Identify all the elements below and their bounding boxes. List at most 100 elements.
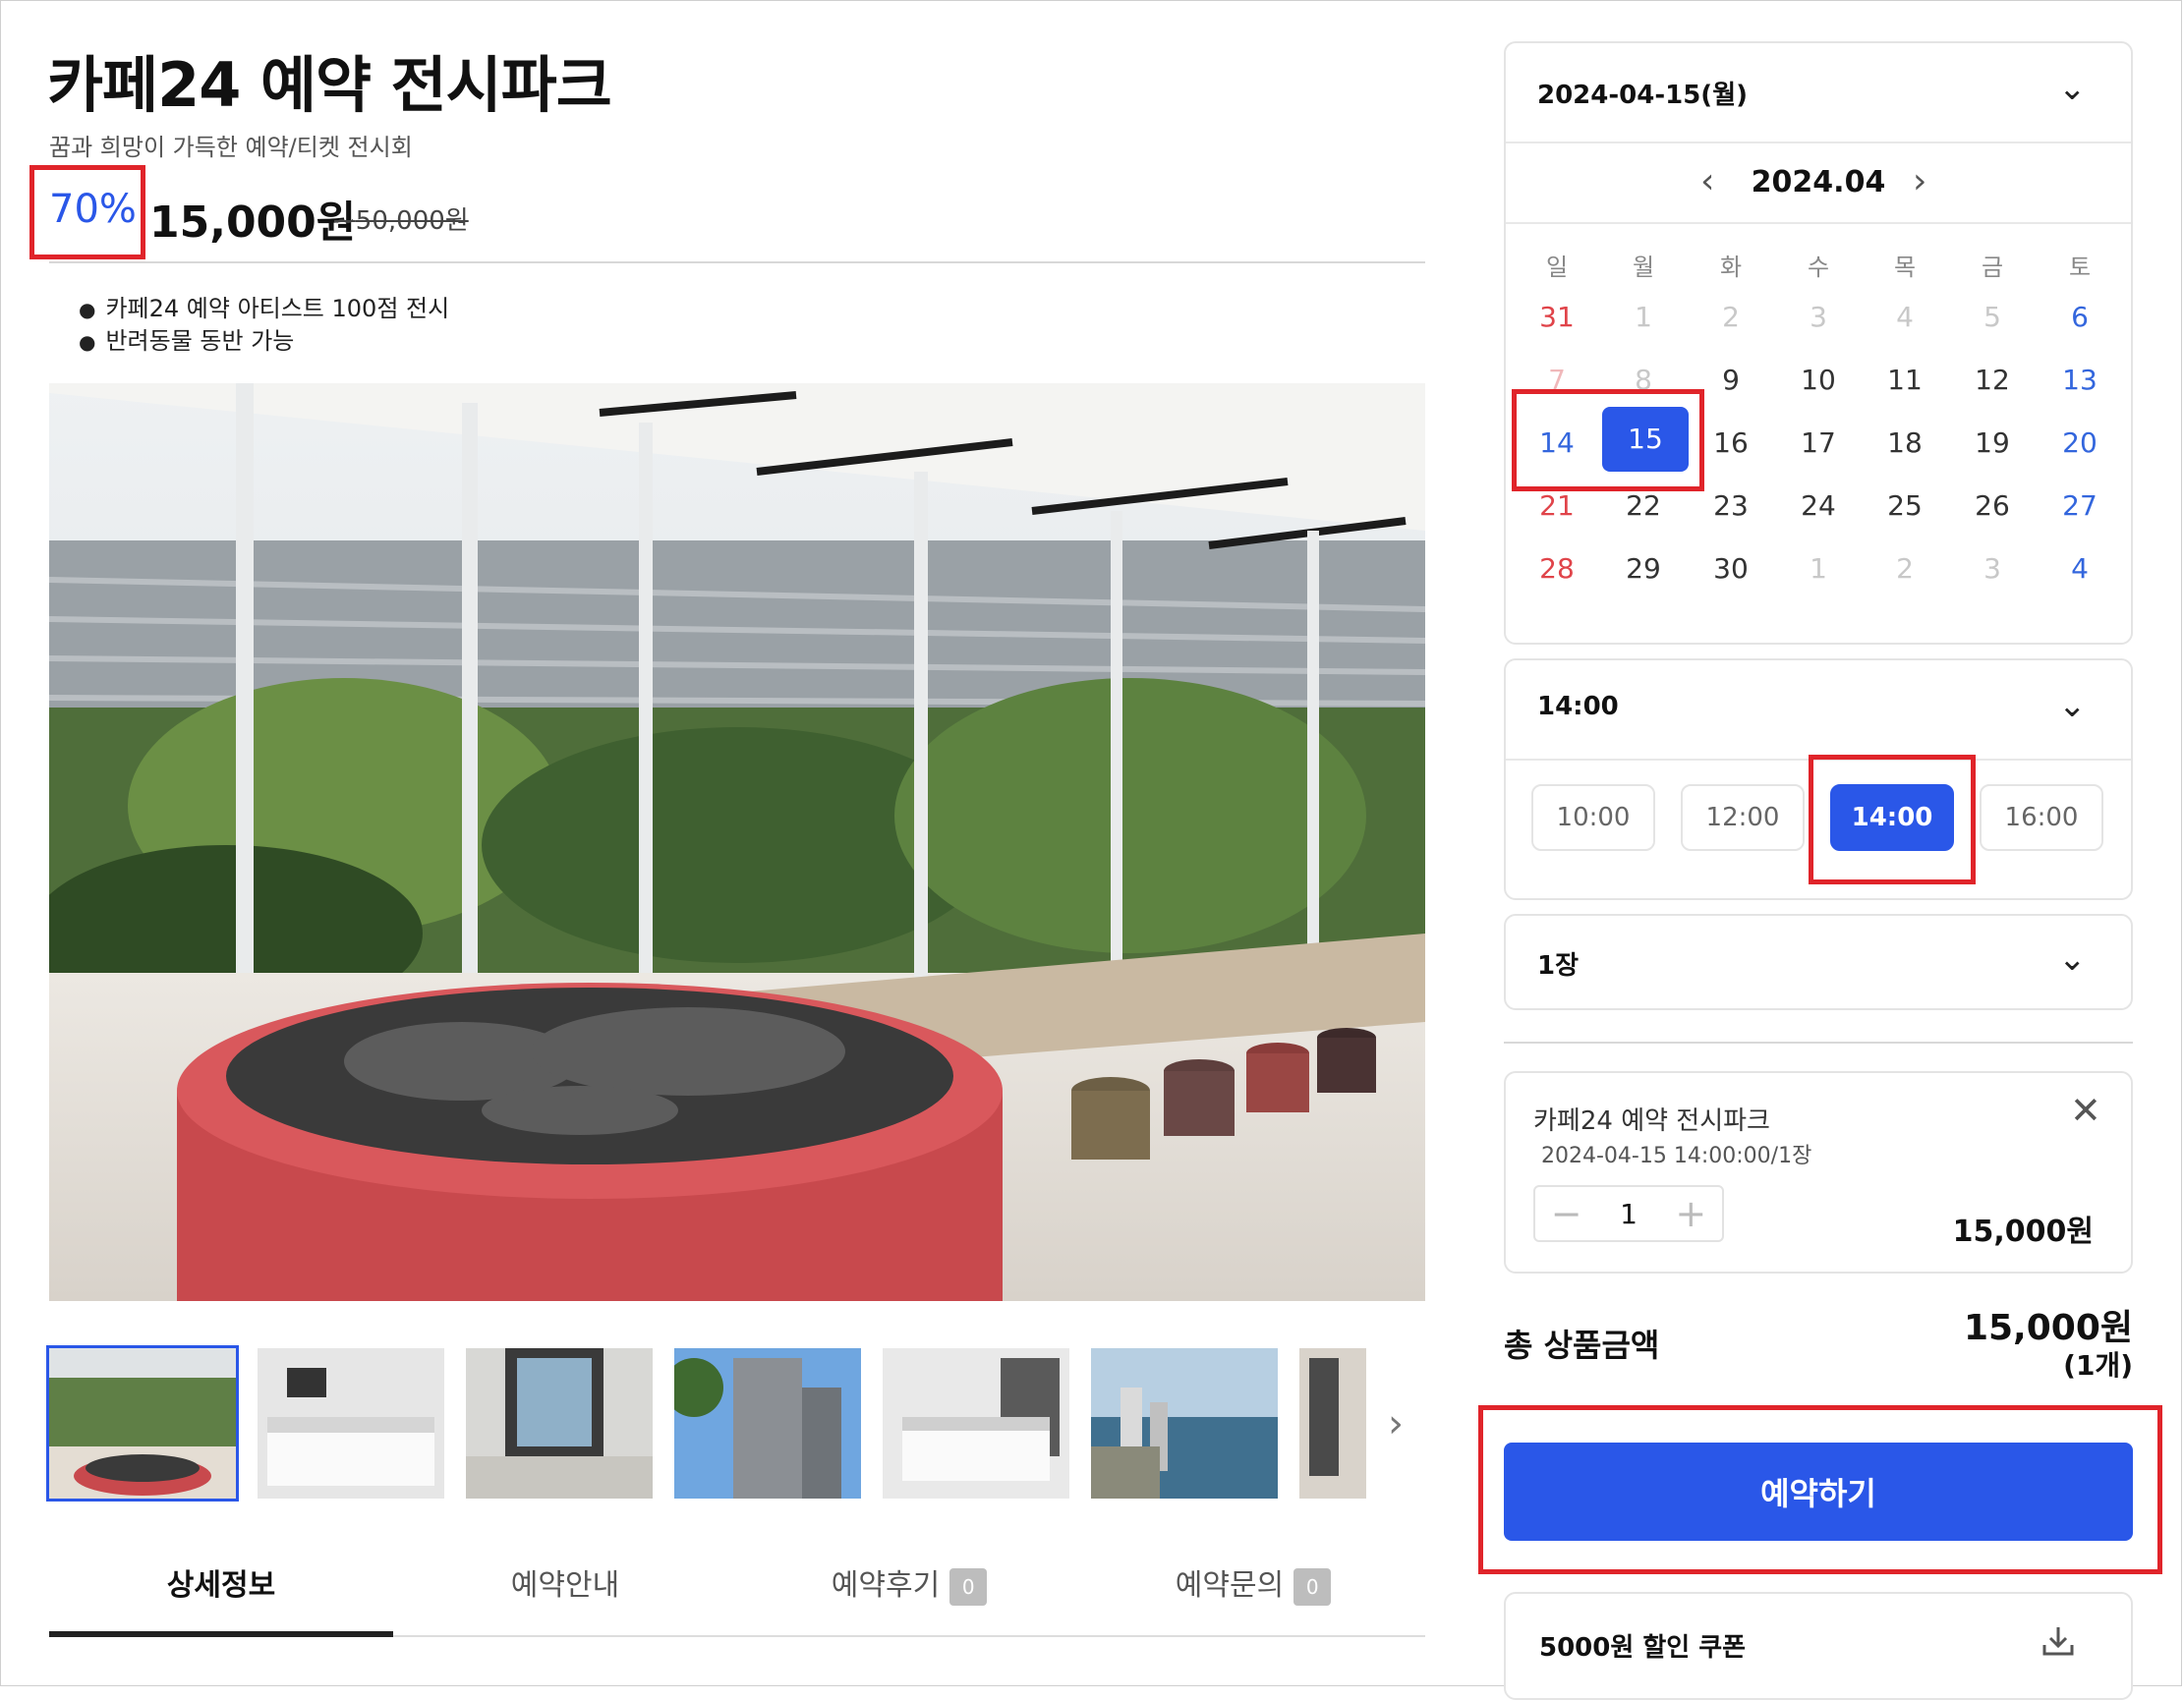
- time-option[interactable]: 10:00: [1531, 784, 1655, 851]
- calendar-day[interactable]: 4: [2050, 552, 2109, 585]
- weekday-thu: 목: [1893, 254, 1917, 281]
- calendar-day: 1: [1810, 552, 1827, 585]
- calendar-day[interactable]: 16: [1701, 426, 1760, 459]
- divider: [49, 261, 1425, 263]
- time-option[interactable]: 16:00: [1980, 784, 2103, 851]
- feature-item: 반려동물 동반 가능: [79, 325, 449, 358]
- calendar-day[interactable]: 30: [1701, 552, 1760, 585]
- feature-list: 카페24 예약 아티스트 100점 전시 반려동물 동반 가능: [79, 293, 449, 358]
- tab-reservation-guide[interactable]: 예약안내: [393, 1560, 737, 1604]
- selected-item-option: 2024-04-15 14:00:00/1장: [1541, 1144, 1812, 1168]
- thumb-image: [1091, 1348, 1278, 1499]
- chevron-down-icon[interactable]: ⌄: [2058, 69, 2087, 108]
- total-count: (1개): [2063, 1349, 2133, 1382]
- calendar-day[interactable]: 21: [1527, 489, 1586, 522]
- time-option[interactable]: 12:00: [1681, 784, 1805, 851]
- weekday-wed: 수: [1807, 254, 1830, 281]
- highlight-box-reserve: [1478, 1405, 2162, 1574]
- selected-item-price: 15,000원: [1952, 1215, 2094, 1249]
- divider: [1506, 142, 2131, 143]
- calendar-day: 1: [1635, 301, 1652, 333]
- highlight-box-calendar: [1512, 389, 1704, 491]
- tab-reviews[interactable]: 예약후기 0: [737, 1560, 1081, 1606]
- divider: [1506, 222, 2131, 224]
- highlight-box-time: [1809, 755, 1976, 884]
- weekday-sat: 토: [2068, 254, 2092, 281]
- tab-detail-info[interactable]: 상세정보: [49, 1560, 393, 1604]
- calendar-day[interactable]: 19: [1963, 426, 2022, 459]
- calendar-day[interactable]: 22: [1614, 489, 1673, 522]
- calendar-day[interactable]: 29: [1614, 552, 1673, 585]
- calendar-day: 4: [1896, 301, 1914, 333]
- calendar-day: 2: [1896, 552, 1914, 585]
- tab-inquiries[interactable]: 예약문의 0: [1081, 1560, 1425, 1606]
- sale-price: 15,000원: [149, 198, 357, 248]
- selected-item-name: 카페24 예약 전시파크: [1533, 1106, 1770, 1136]
- total-price: 15,000원: [1963, 1308, 2133, 1348]
- thumb-image: [258, 1348, 444, 1499]
- thumbnail-exhibition-hall[interactable]: [46, 1345, 239, 1502]
- quantity-value[interactable]: 1: [1597, 1198, 1659, 1230]
- thumbnail-next-arrow-icon[interactable]: ›: [1366, 1348, 1425, 1499]
- close-icon[interactable]: ✕: [2070, 1089, 2101, 1132]
- thumbnail-coastal-city-view[interactable]: [1091, 1348, 1278, 1499]
- total-label: 총 상품금액: [1504, 1327, 1660, 1364]
- thumbnail-tower-building[interactable]: [674, 1348, 861, 1499]
- calendar-day[interactable]: 6: [2050, 301, 2109, 333]
- calendar-day: 3: [1810, 301, 1827, 333]
- calendar-day[interactable]: 23: [1701, 489, 1760, 522]
- chevron-down-icon[interactable]: ⌄: [2058, 939, 2087, 979]
- thumb-image: [49, 1348, 236, 1499]
- product-subtitle: 꿈과 희망이 가득한 예약/티켓 전시회: [49, 134, 413, 161]
- original-price: ~50,000원: [334, 206, 469, 236]
- thumbnail-hotel-room-beds[interactable]: [258, 1348, 444, 1499]
- download-icon[interactable]: [2039, 1621, 2078, 1661]
- plus-icon[interactable]: +: [1660, 1192, 1722, 1235]
- thumb-image: [1299, 1348, 1366, 1499]
- thumbnail-room-window-view[interactable]: [466, 1348, 653, 1499]
- calendar-day: 5: [1983, 301, 2001, 333]
- weekday-fri: 금: [1981, 254, 2004, 281]
- calendar-day[interactable]: 17: [1789, 426, 1848, 459]
- calendar-day: 2: [1722, 301, 1740, 333]
- divider: [1504, 1042, 2133, 1044]
- quantity-stepper[interactable]: − 1 +: [1533, 1185, 1724, 1242]
- next-month-icon[interactable]: ›: [1913, 161, 1926, 201]
- calendar-day[interactable]: 10: [1789, 364, 1848, 396]
- quantity-select-value: 1장: [1537, 951, 1580, 981]
- chevron-down-icon[interactable]: ⌄: [2058, 686, 2087, 725]
- thumb-image: [883, 1348, 1069, 1499]
- calendar-day[interactable]: 27: [2050, 489, 2109, 522]
- product-title: 카페24 예약 전시파크: [47, 49, 612, 121]
- calendar-day[interactable]: 12: [1963, 364, 2022, 396]
- calendar-day[interactable]: 13: [2050, 364, 2109, 396]
- calendar-day[interactable]: 31: [1527, 301, 1586, 333]
- inquiry-count-badge: 0: [1293, 1567, 1332, 1606]
- weekday-tue: 화: [1719, 254, 1743, 281]
- weekday-sun: 일: [1545, 254, 1569, 281]
- date-select-value[interactable]: 2024-04-15(월): [1537, 75, 1748, 111]
- calendar-day[interactable]: 18: [1875, 426, 1934, 459]
- thumbnail-hotel-room-twin[interactable]: [883, 1348, 1069, 1499]
- thumbnail-hotel-interior[interactable]: [1299, 1348, 1366, 1499]
- minus-icon[interactable]: −: [1535, 1192, 1597, 1235]
- weekday-mon: 월: [1632, 254, 1655, 281]
- highlight-box-discount: [29, 165, 145, 259]
- calendar-day[interactable]: 11: [1875, 364, 1934, 396]
- calendar-day[interactable]: 20: [2050, 426, 2109, 459]
- feature-item: 카페24 예약 아티스트 100점 전시: [79, 293, 449, 325]
- active-tab-indicator: [49, 1631, 393, 1637]
- review-count-badge: 0: [949, 1567, 988, 1606]
- quantity-select[interactable]: [1504, 914, 2133, 1010]
- calendar-month: 2024.04: [1751, 165, 1886, 199]
- coupon-label: 5000원 할인 쿠폰: [1539, 1633, 1747, 1663]
- calendar-day[interactable]: 25: [1875, 489, 1934, 522]
- calendar-day[interactable]: 24: [1789, 489, 1848, 522]
- thumb-image: [466, 1348, 653, 1499]
- time-select-value[interactable]: 14:00: [1537, 692, 1619, 721]
- calendar-day[interactable]: 26: [1963, 489, 2022, 522]
- calendar-day: 3: [1983, 552, 2001, 585]
- thumb-image: [674, 1348, 861, 1499]
- calendar-day[interactable]: 9: [1701, 364, 1760, 396]
- calendar-day[interactable]: 28: [1527, 552, 1586, 585]
